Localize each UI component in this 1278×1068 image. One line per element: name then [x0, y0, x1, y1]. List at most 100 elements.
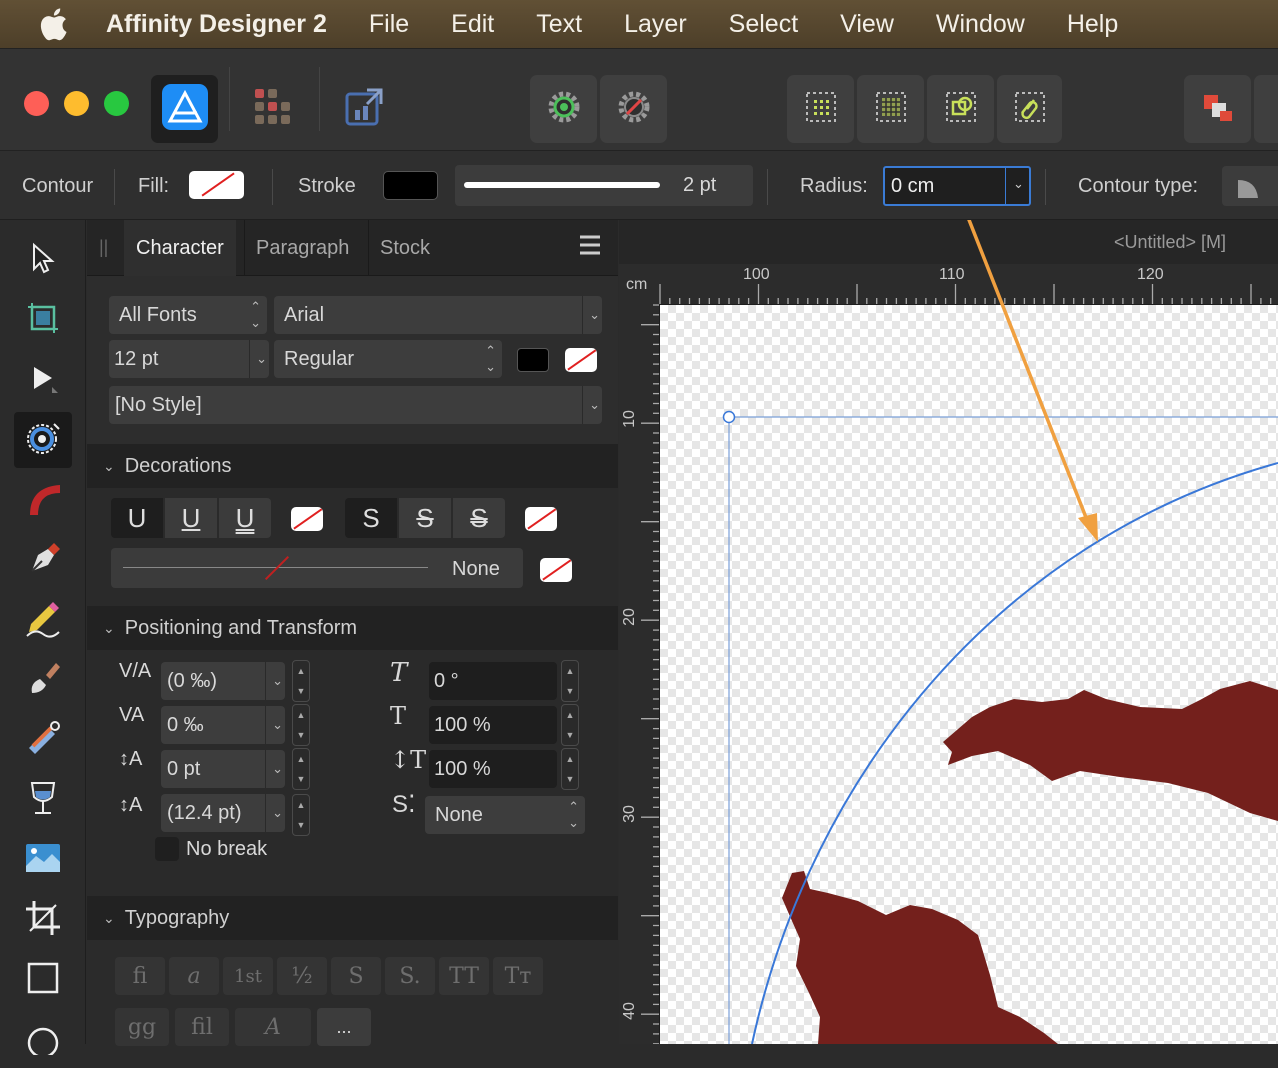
menu-layer[interactable]: Layer	[624, 10, 687, 39]
zoom-window-button[interactable]	[104, 91, 129, 116]
artboard-tool[interactable]	[14, 292, 72, 348]
panel-grip-icon[interactable]: ||	[99, 237, 108, 258]
decorations-section-header[interactable]: ⌄ Decorations	[87, 444, 618, 488]
underline-off-button[interactable]: U	[111, 498, 163, 538]
tab-character[interactable]: Character	[124, 220, 236, 276]
discretionary-ligatures-button[interactable]: gg	[115, 1008, 169, 1046]
designer-persona-button[interactable]	[151, 75, 218, 143]
shape-silhouette-lower[interactable]	[782, 871, 1058, 1044]
leading-stepper[interactable]: ▲ ▼	[292, 794, 310, 836]
kerning-field[interactable]: 0 ‰ ⌄	[161, 706, 285, 744]
menu-file[interactable]: File	[369, 10, 409, 39]
typography-section-header[interactable]: ⌄ Typography	[87, 896, 618, 940]
vertical-ruler[interactable]: 10 20 30 40	[619, 304, 659, 1044]
more-typography-button[interactable]: ...	[317, 1008, 371, 1046]
line-style-select[interactable]: None	[111, 548, 523, 588]
superscript-button[interactable]: S	[331, 957, 381, 995]
text-background-swatch[interactable]	[565, 348, 597, 372]
horizontal-ruler[interactable]: cm 100 110 120	[619, 264, 1278, 304]
contour-tool[interactable]	[14, 412, 72, 468]
contour-type-round-button[interactable]	[1222, 166, 1278, 206]
tab-stock[interactable]: Stock	[368, 220, 442, 276]
line-color-swatch[interactable]	[540, 558, 572, 582]
no-break-checkbox[interactable]	[155, 837, 179, 861]
vertical-scale-field[interactable]: 100 %	[429, 706, 557, 744]
overflow-toolbar-button[interactable]	[1254, 75, 1278, 143]
shape-silhouette-upper[interactable]	[943, 681, 1278, 821]
artboard[interactable]	[660, 305, 1278, 1044]
menu-window[interactable]: Window	[936, 10, 1025, 39]
radius-value[interactable]: 0 cm	[891, 175, 934, 198]
node-tool[interactable]	[14, 352, 72, 408]
stroke-swatch[interactable]	[383, 171, 438, 200]
strike-double-button[interactable]: S	[453, 498, 505, 538]
radius-dropdown-chevron-icon[interactable]: ⌄	[1013, 176, 1024, 192]
underline-double-button[interactable]: U	[219, 498, 271, 538]
tracking-field[interactable]: (0 ‰) ⌄	[161, 662, 285, 700]
font-family-select[interactable]: Arial ⌄	[274, 296, 602, 334]
menu-view[interactable]: View	[840, 10, 894, 39]
tab-paragraph[interactable]: Paragraph	[244, 220, 361, 276]
strike-color-swatch[interactable]	[525, 507, 557, 531]
radius-field[interactable]: 0 cm ⌄	[883, 166, 1031, 206]
strike-off-button[interactable]: S	[345, 498, 397, 538]
snapping-button[interactable]	[600, 75, 667, 143]
view-mode-button[interactable]	[787, 75, 854, 143]
font-size-field[interactable]: 12 pt ⌄	[109, 340, 269, 378]
export-persona-button[interactable]	[331, 75, 397, 143]
link-button[interactable]	[997, 75, 1062, 143]
menu-help[interactable]: Help	[1067, 10, 1118, 39]
pen-tool[interactable]	[14, 532, 72, 588]
tracking-stepper[interactable]: ▲ ▼	[292, 660, 310, 702]
transparency-tool[interactable]	[14, 772, 72, 828]
strike-single-button[interactable]: S	[399, 498, 451, 538]
corner-tool[interactable]	[14, 472, 72, 528]
crop-tool[interactable]	[14, 892, 72, 948]
font-style-select[interactable]: Regular ⌃ ⌄	[274, 340, 502, 378]
small-caps-button[interactable]: Tт	[493, 957, 543, 995]
shear-field[interactable]: 0 °	[429, 662, 557, 700]
rectangle-tool[interactable]	[14, 952, 72, 1008]
ligatures-button[interactable]: fi	[115, 957, 165, 995]
settings-button[interactable]	[530, 75, 597, 143]
underline-single-button[interactable]: U	[165, 498, 217, 538]
selection-handle[interactable]	[722, 410, 736, 424]
leading-field[interactable]: (12.4 pt) ⌄	[161, 794, 285, 832]
arrange-button[interactable]	[1184, 75, 1251, 143]
panel-menu-icon[interactable]	[579, 234, 601, 261]
menu-select[interactable]: Select	[729, 10, 798, 39]
ellipse-tool[interactable]	[14, 1012, 72, 1068]
underline-color-swatch[interactable]	[291, 507, 323, 531]
app-name-menu[interactable]: Affinity Designer 2	[106, 10, 327, 39]
swash-button[interactable]: A	[235, 1008, 311, 1046]
close-window-button[interactable]	[24, 91, 49, 116]
historical-ligatures-button[interactable]: fil	[175, 1008, 229, 1046]
vertical-scale-stepper[interactable]: ▲ ▼	[561, 704, 579, 746]
transform-origin-button[interactable]	[927, 75, 994, 143]
ordinals-button[interactable]: 1st	[223, 957, 273, 995]
alternates-button[interactable]: a	[169, 957, 219, 995]
baseline-stepper[interactable]: ▲ ▼	[292, 748, 310, 790]
text-fill-swatch[interactable]	[517, 348, 549, 372]
baseline-field[interactable]: 0 pt ⌄	[161, 750, 285, 788]
brush-tool[interactable]	[14, 652, 72, 708]
shear-stepper[interactable]: ▲ ▼	[561, 660, 579, 702]
apple-icon[interactable]	[38, 7, 68, 41]
fractions-button[interactable]: ½	[277, 957, 327, 995]
positioning-section-header[interactable]: ⌄ Positioning and Transform	[87, 606, 618, 650]
subscript-button[interactable]: S.	[385, 957, 435, 995]
stroke-width-slider[interactable]: 2 pt	[455, 165, 753, 206]
pixel-grid-button[interactable]	[857, 75, 924, 143]
menu-edit[interactable]: Edit	[451, 10, 494, 39]
all-caps-button[interactable]: TT	[439, 957, 489, 995]
script-select[interactable]: None ⌃ ⌄	[425, 796, 585, 834]
horizontal-scale-field[interactable]: 100 %	[429, 750, 557, 788]
move-tool[interactable]	[14, 232, 72, 288]
horizontal-scale-stepper[interactable]: ▲ ▼	[561, 748, 579, 790]
document-tab[interactable]: <Untitled> [M]	[619, 220, 1278, 264]
kerning-stepper[interactable]: ▲ ▼	[292, 704, 310, 746]
font-collection-select[interactable]: All Fonts ⌃ ⌄	[109, 296, 267, 334]
menu-text[interactable]: Text	[536, 10, 582, 39]
fill-tool[interactable]	[14, 712, 72, 768]
pencil-tool[interactable]	[14, 592, 72, 648]
